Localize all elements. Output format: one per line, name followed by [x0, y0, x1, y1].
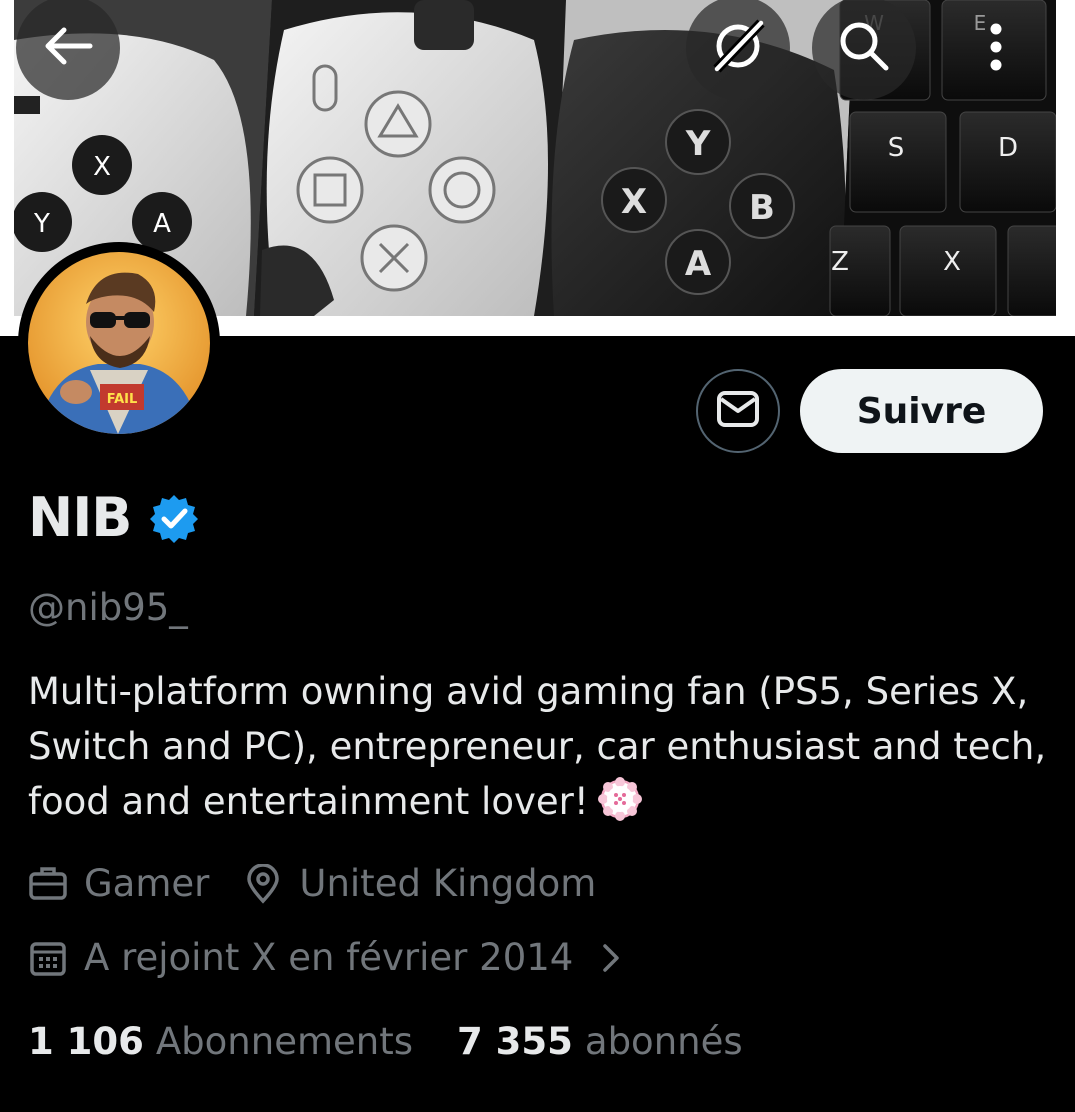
search-button[interactable] [812, 0, 916, 100]
cherry-blossom-emoji [597, 776, 643, 822]
svg-text:FAIL: FAIL [107, 392, 138, 407]
search-icon [836, 18, 892, 78]
svg-text:A: A [153, 209, 171, 239]
follow-button[interactable]: Suivre [800, 369, 1043, 453]
svg-text:B: B [749, 188, 775, 228]
svg-text:Y: Y [33, 209, 50, 239]
avatar-image: FAIL [28, 252, 210, 434]
bio-text: Multi-platform owning avid gaming fan (P… [28, 670, 1047, 823]
following-count: 1 106 [28, 1020, 144, 1063]
followers-count: 7 355 [457, 1020, 573, 1063]
svg-text:A: A [685, 244, 712, 284]
arrow-left-icon [42, 26, 94, 70]
location: United Kingdom [299, 862, 597, 905]
profile-meta: Gamer United Kingdom [28, 862, 596, 905]
svg-text:X: X [621, 182, 647, 222]
svg-text:X: X [93, 152, 111, 182]
briefcase-icon [28, 864, 68, 904]
following-label: Abonnements [155, 1020, 414, 1063]
following-link[interactable]: 1 106 Abonnements [28, 1020, 413, 1063]
more-options-button[interactable] [966, 14, 1026, 84]
followers-link[interactable]: 7 355 abonnés [457, 1020, 743, 1063]
bio: Multi-platform owning avid gaming fan (P… [28, 664, 1048, 829]
envelope-icon [716, 389, 760, 433]
message-button[interactable] [696, 369, 780, 453]
user-handle: @nib95_ [28, 586, 188, 629]
grok-button[interactable] [686, 0, 790, 100]
join-date-row[interactable]: A rejoint X en février 2014 [28, 936, 625, 979]
svg-text:Y: Y [685, 124, 711, 164]
svg-text:S: S [888, 133, 905, 163]
location-pin-icon [243, 863, 283, 904]
avatar[interactable]: FAIL [18, 242, 220, 444]
back-button[interactable] [16, 0, 120, 100]
svg-text:X: X [943, 247, 961, 277]
followers-label: abonnés [584, 1020, 743, 1063]
svg-text:D: D [998, 133, 1018, 163]
more-vertical-icon [989, 22, 1003, 76]
display-name: NIB [28, 486, 132, 549]
chevron-right-icon [599, 938, 625, 978]
profession: Gamer [84, 862, 210, 905]
join-date: A rejoint X en février 2014 [84, 936, 574, 979]
verified-badge-icon[interactable] [149, 493, 199, 543]
name-row: NIB [28, 486, 199, 549]
follow-stats: 1 106 Abonnements 7 355 abonnés [28, 1020, 743, 1063]
calendar-icon [28, 938, 68, 978]
grok-slash-icon [709, 17, 767, 79]
svg-text:Z: Z [831, 247, 849, 277]
